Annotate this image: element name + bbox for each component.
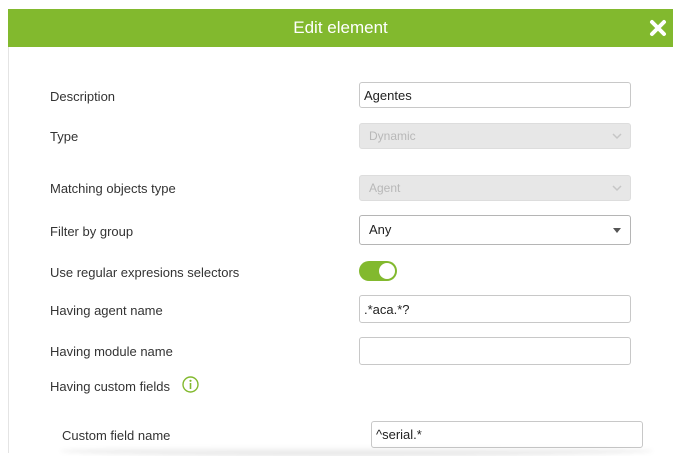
- use-regex-toggle[interactable]: [359, 261, 397, 281]
- type-label: Type: [50, 129, 79, 144]
- type-select-value: Dynamic: [369, 129, 416, 143]
- description-input[interactable]: [359, 82, 631, 108]
- module-name-label: Having module name: [50, 344, 173, 359]
- custom-field-name-input[interactable]: [371, 421, 643, 448]
- use-regex-label: Use regular expresions selectors: [50, 265, 240, 280]
- matching-objects-type-label: Matching objects type: [50, 181, 176, 196]
- custom-field-name-label: Custom field name: [62, 428, 171, 443]
- toggle-knob: [379, 263, 395, 279]
- custom-fields-label: Having custom fields: [50, 379, 170, 394]
- description-label: Description: [50, 89, 116, 104]
- agent-name-label: Having agent name: [50, 303, 163, 318]
- filter-by-group-label: Filter by group: [50, 224, 134, 239]
- bottom-shadow: [60, 446, 653, 456]
- filter-by-group-value: Any: [369, 222, 392, 237]
- chevron-down-icon: [612, 133, 622, 140]
- matching-objects-type-value: Agent: [369, 181, 401, 195]
- chevron-down-icon: [612, 185, 622, 192]
- module-name-input[interactable]: [359, 337, 631, 365]
- dialog-titlebar: Edit element: [8, 9, 673, 47]
- filter-by-group-select[interactable]: Any: [359, 215, 631, 245]
- dropdown-caret-icon: [613, 228, 621, 233]
- type-select: Dynamic: [359, 123, 631, 149]
- dialog-title: Edit element: [293, 18, 388, 37]
- info-icon[interactable]: [182, 376, 199, 393]
- close-icon[interactable]: [649, 19, 667, 37]
- matching-objects-type-select: Agent: [359, 175, 631, 201]
- agent-name-input[interactable]: [359, 295, 631, 323]
